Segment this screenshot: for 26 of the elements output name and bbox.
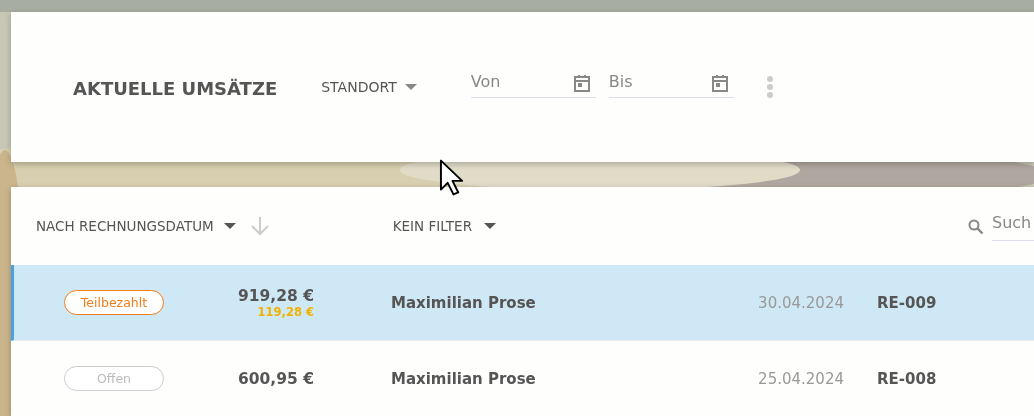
amount: 600,95 € bbox=[238, 369, 314, 388]
status-badge: Offen bbox=[64, 366, 164, 391]
table-row[interactable]: Teilbezahlt 919,28 € 119,28 € Maximilian Prose 30.04.2024 RE-009 bbox=[11, 265, 1034, 341]
sort-dropdown[interactable]: NACH RECHNUNGSDATUM bbox=[36, 218, 236, 234]
sort-direction-icon[interactable] bbox=[249, 216, 270, 236]
customer-name: Maximilian Prose bbox=[391, 369, 537, 388]
filter-dropdown[interactable]: KEIN FILTER bbox=[392, 218, 496, 234]
table-row[interactable]: Offen 600,95 € Maximilian Prose 25.04.2024 RE-008 bbox=[11, 341, 1034, 416]
page-title: AKTUELLE UMSÄTZE bbox=[73, 77, 278, 99]
more-options-icon[interactable] bbox=[766, 76, 773, 98]
amount: 919,28 € bbox=[238, 286, 314, 305]
invoice-date: 30.04.2024 bbox=[757, 293, 844, 312]
customer-name: Maximilian Prose bbox=[391, 293, 537, 312]
caret-icon bbox=[404, 84, 417, 90]
search-field[interactable]: Such bbox=[992, 213, 1034, 241]
calendar-icon bbox=[573, 74, 590, 92]
calendar-icon bbox=[711, 74, 728, 92]
search-icon bbox=[968, 219, 984, 235]
open-amount: 119,28 € bbox=[257, 304, 314, 319]
location-dropdown[interactable]: STANDORT bbox=[321, 79, 417, 95]
caret-icon bbox=[223, 223, 236, 229]
invoice-number: RE-009 bbox=[877, 293, 937, 312]
invoice-date: 25.04.2024 bbox=[757, 369, 844, 388]
invoice-number: RE-008 bbox=[877, 369, 937, 388]
status-badge: Teilbezahlt bbox=[64, 290, 164, 315]
caret-icon bbox=[484, 223, 496, 229]
